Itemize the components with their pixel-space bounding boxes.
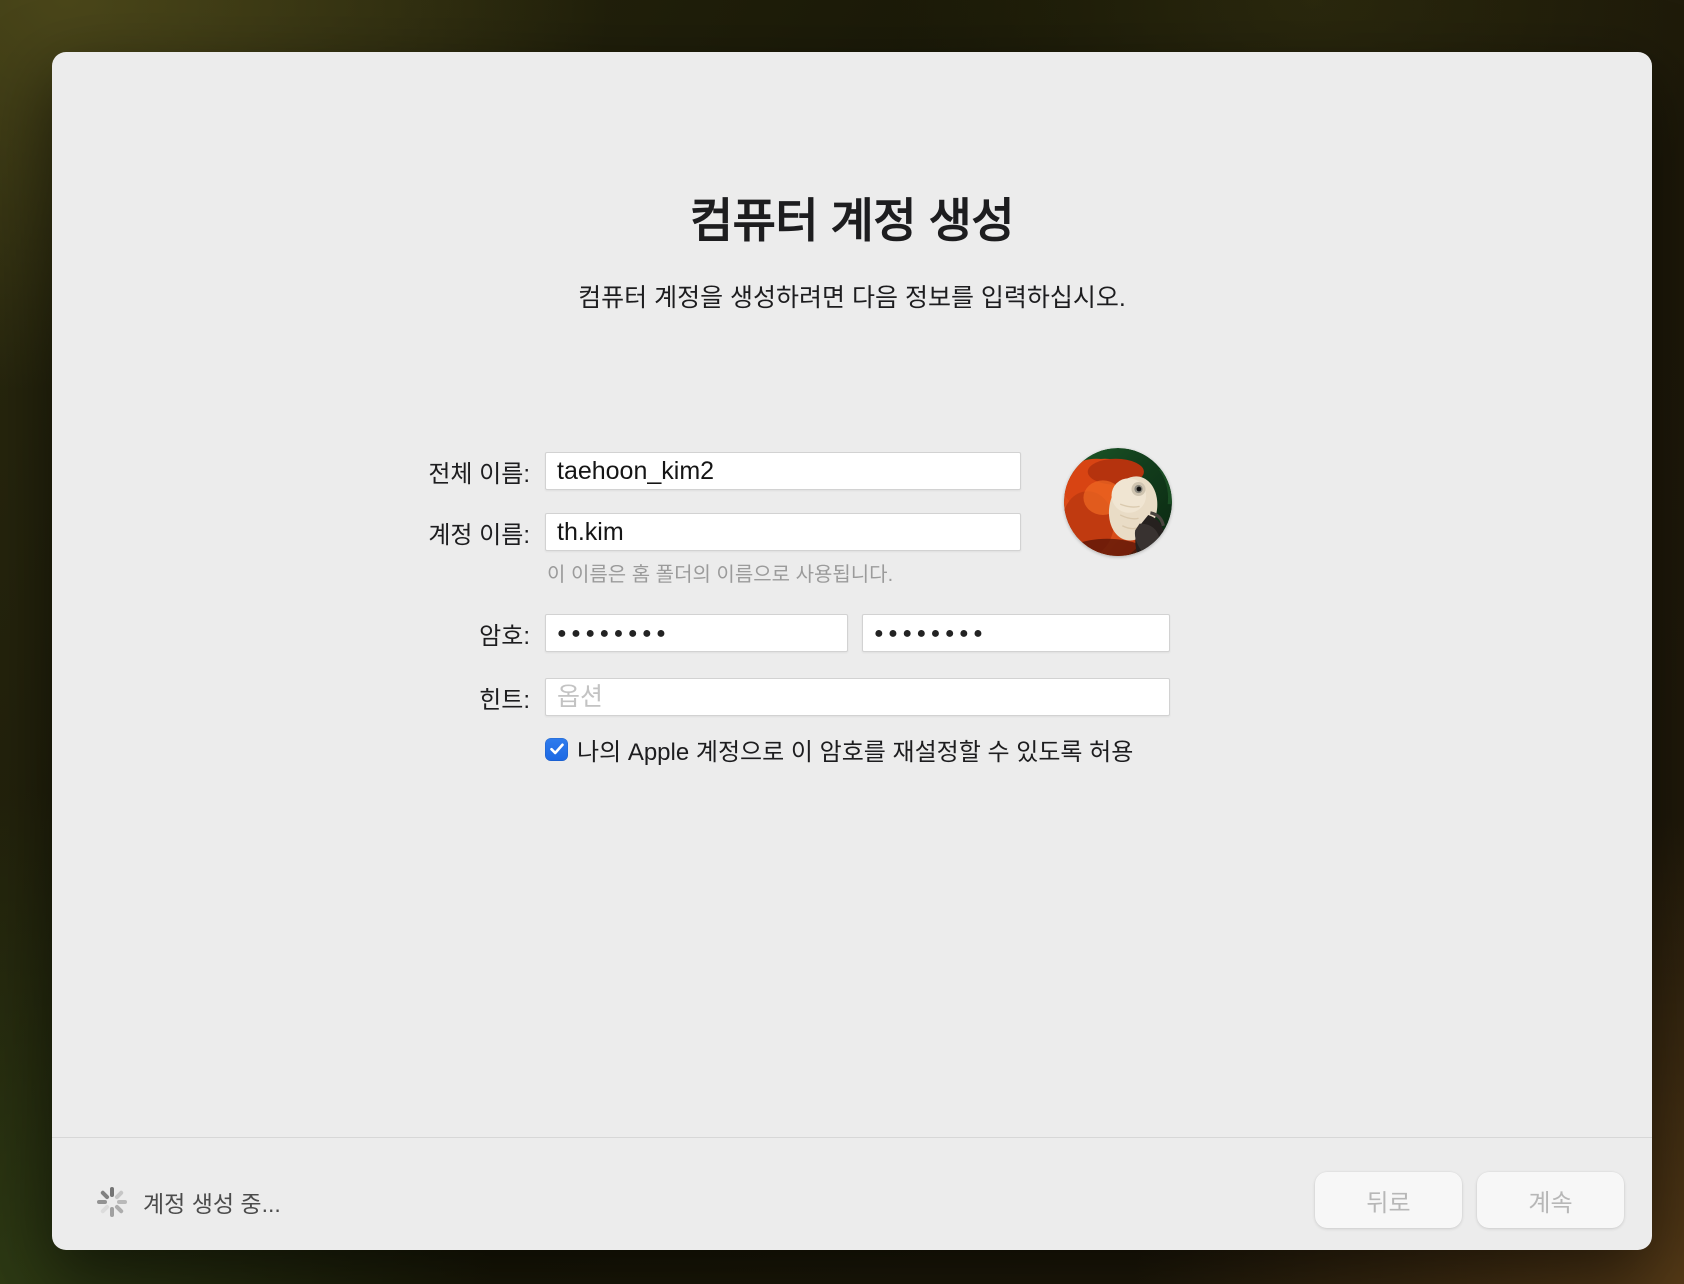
progress-spinner-icon: [95, 1185, 129, 1219]
footer-divider: [52, 1137, 1652, 1138]
page-subtitle: 컴퓨터 계정을 생성하려면 다음 정보를 입력하십시오.: [52, 278, 1652, 314]
password-verify-input[interactable]: [862, 614, 1170, 652]
password-input[interactable]: [545, 614, 848, 652]
status-row: 계정 생성 중...: [95, 1182, 281, 1222]
allow-apple-reset-row: 나의 Apple 계정으로 이 암호를 재설정할 수 있도록 허용: [545, 736, 1133, 762]
account-name-label: 계정 이름:: [290, 513, 530, 551]
status-text: 계정 생성 중...: [143, 1185, 281, 1219]
continue-button[interactable]: 계속: [1477, 1172, 1624, 1228]
checkmark-icon: [550, 743, 564, 755]
allow-apple-reset-label: 나의 Apple 계정으로 이 암호를 재설정할 수 있도록 허용: [577, 732, 1133, 767]
page-title: 컴퓨터 계정 생성: [52, 182, 1652, 251]
full-name-label: 전체 이름:: [290, 452, 530, 490]
setup-assistant-window: 컴퓨터 계정 생성 컴퓨터 계정을 생성하려면 다음 정보를 입력하십시오. 전…: [52, 52, 1652, 1250]
account-avatar[interactable]: [1064, 448, 1172, 556]
back-button[interactable]: 뒤로: [1315, 1172, 1462, 1228]
allow-apple-reset-checkbox[interactable]: [545, 738, 568, 761]
password-label: 암호:: [290, 614, 530, 652]
account-name-input[interactable]: [545, 513, 1021, 551]
hint-input[interactable]: [545, 678, 1170, 716]
hint-label: 힌트:: [290, 678, 530, 716]
parrot-avatar-image: [1064, 448, 1172, 556]
account-name-help-text: 이 이름은 홈 폴더의 이름으로 사용됩니다.: [547, 558, 893, 587]
full-name-input[interactable]: [545, 452, 1021, 490]
